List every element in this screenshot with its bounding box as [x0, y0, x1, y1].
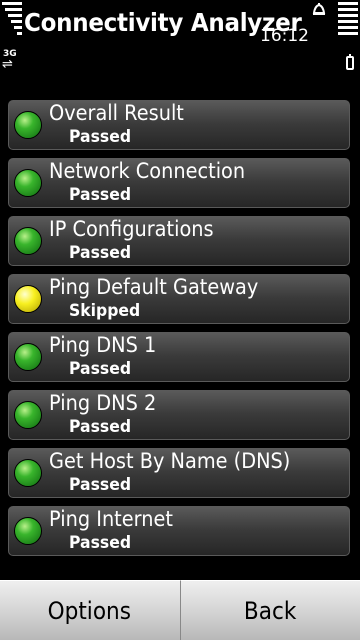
- green-led-icon: [14, 169, 42, 197]
- battery-icon: [346, 54, 354, 70]
- result-item-ping-dns-2[interactable]: Ping DNS 2 Passed: [8, 390, 350, 440]
- bell-icon: [312, 3, 326, 15]
- green-led-icon: [14, 459, 42, 487]
- result-name: IP Configurations: [49, 217, 214, 241]
- result-item-overall[interactable]: Overall Result Passed: [8, 100, 350, 150]
- green-led-icon: [14, 401, 42, 429]
- result-name: Ping Internet: [49, 507, 173, 531]
- signal-strength-icon: [2, 2, 22, 38]
- yellow-led-icon: [14, 285, 42, 313]
- result-item-ping-dns-1[interactable]: Ping DNS 1 Passed: [8, 332, 350, 382]
- clock: 16:12: [260, 26, 309, 46]
- softkey-bar: Options Back: [0, 580, 360, 640]
- results-list: Overall Result Passed Network Connection…: [8, 100, 350, 564]
- result-name: Get Host By Name (DNS): [49, 449, 291, 473]
- battery-level-icon: [338, 2, 358, 38]
- result-item-ping-internet[interactable]: Ping Internet Passed: [8, 506, 350, 556]
- result-status: Skipped: [69, 301, 141, 321]
- result-name: Ping DNS 1: [49, 333, 157, 357]
- result-status: Passed: [69, 185, 132, 205]
- result-name: Ping DNS 2: [49, 391, 157, 415]
- result-name: Network Connection: [49, 159, 246, 183]
- result-status: Passed: [69, 359, 132, 379]
- back-label: Back: [244, 596, 297, 625]
- result-item-ping-default-gateway[interactable]: Ping Default Gateway Skipped: [8, 274, 350, 324]
- result-status: Passed: [69, 243, 132, 263]
- options-softkey[interactable]: Options: [0, 580, 181, 640]
- options-label: Options: [48, 596, 132, 625]
- result-status: Passed: [69, 417, 132, 437]
- result-status: Passed: [69, 475, 132, 495]
- result-item-get-host-by-name[interactable]: Get Host By Name (DNS) Passed: [8, 448, 350, 498]
- result-status: Passed: [69, 533, 132, 553]
- result-status: Passed: [69, 127, 132, 147]
- screen: 3G ⇌ Connectivity Analyzer 16:12 Overall…: [0, 0, 360, 640]
- data-transfer-icon: ⇌: [2, 57, 13, 72]
- result-item-network-connection[interactable]: Network Connection Passed: [8, 158, 350, 208]
- green-led-icon: [14, 343, 42, 371]
- result-name: Ping Default Gateway: [49, 275, 259, 299]
- result-name: Overall Result: [49, 101, 184, 125]
- green-led-icon: [14, 227, 42, 255]
- green-led-icon: [14, 517, 42, 545]
- green-led-icon: [14, 111, 42, 139]
- result-item-ip-configurations[interactable]: IP Configurations Passed: [8, 216, 350, 266]
- status-bar: 3G ⇌ Connectivity Analyzer 16:12: [0, 0, 360, 80]
- back-softkey[interactable]: Back: [180, 580, 360, 640]
